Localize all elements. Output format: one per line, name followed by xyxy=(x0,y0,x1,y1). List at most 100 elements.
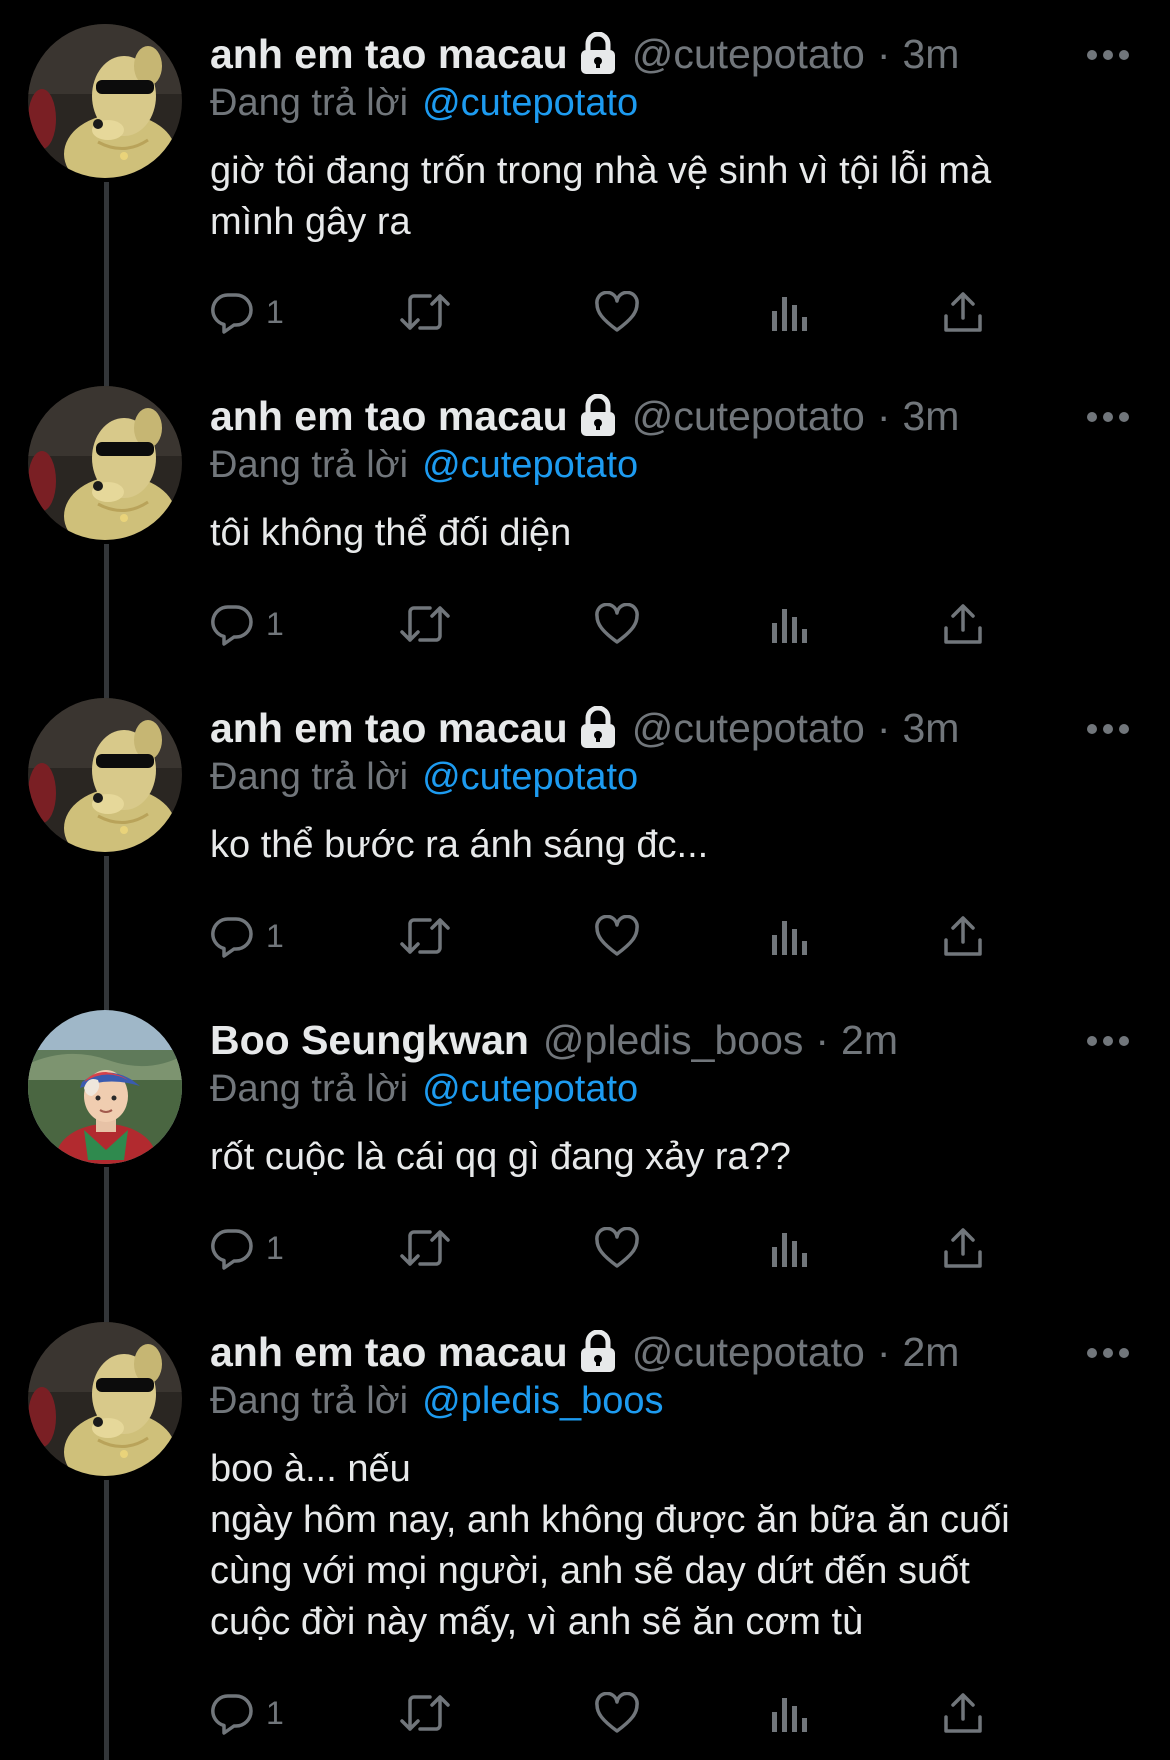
tweet-content: anh em tao macau @cutepotato · 2m Đang t… xyxy=(210,1326,1130,1648)
tweet-header: anh em tao macau @cutepotato · 3m xyxy=(210,702,1130,754)
reply-button[interactable]: 1 xyxy=(210,910,284,962)
retweet-button[interactable] xyxy=(400,286,450,338)
tweet[interactable]: anh em tao macau @cutepotato · 3m Đang t… xyxy=(0,674,1170,986)
replying-to-mention[interactable]: @pledis_boos xyxy=(422,1380,663,1422)
heart-icon xyxy=(595,915,639,956)
retweet-icon xyxy=(400,1695,450,1731)
retweet-icon xyxy=(400,1230,450,1266)
timestamp[interactable]: 2m xyxy=(903,1329,960,1376)
like-button[interactable] xyxy=(594,1222,640,1274)
analytics-button[interactable] xyxy=(770,598,810,650)
like-button[interactable] xyxy=(594,286,640,338)
reply-button[interactable]: 1 xyxy=(210,286,284,338)
heart-icon xyxy=(595,1692,639,1733)
tweet-text: ko thể bước ra ánh sáng đc... xyxy=(210,824,709,866)
separator-dot: · xyxy=(876,704,891,751)
dog-sunglasses-avatar-image xyxy=(28,1322,182,1476)
replying-to-mention[interactable]: @cutepotato xyxy=(422,82,638,124)
more-options-icon[interactable] xyxy=(1086,1034,1130,1046)
display-name[interactable]: anh em tao macau xyxy=(210,705,568,752)
user-avatar[interactable] xyxy=(28,386,182,540)
user-avatar[interactable] xyxy=(28,24,182,178)
display-name[interactable]: anh em tao macau xyxy=(210,393,568,440)
retweet-icon xyxy=(400,918,450,954)
reply-button[interactable]: 1 xyxy=(210,1222,284,1274)
tweet[interactable]: anh em tao macau @cutepotato · 2m Đang t… xyxy=(0,1298,1170,1760)
replying-to-line: Đang trả lời @pledis_boos xyxy=(210,1378,1130,1424)
replying-to-mention[interactable]: @cutepotato xyxy=(422,1068,638,1110)
retweet-button[interactable] xyxy=(400,910,450,962)
more-options-icon[interactable] xyxy=(1086,48,1130,60)
user-avatar[interactable] xyxy=(28,698,182,852)
heart-icon xyxy=(595,1227,639,1268)
lock-icon xyxy=(578,1330,618,1374)
reply-button[interactable]: 1 xyxy=(210,1687,284,1739)
timestamp[interactable]: 3m xyxy=(903,705,960,752)
share-button[interactable] xyxy=(942,910,984,962)
replying-to-line: Đang trả lời @cutepotato xyxy=(210,754,1130,800)
user-avatar[interactable] xyxy=(28,1010,182,1164)
more-options-icon[interactable] xyxy=(1086,410,1130,422)
analytics-icon xyxy=(772,297,807,331)
tweet-header: anh em tao macau @cutepotato · 3m xyxy=(210,390,1130,442)
reply-icon xyxy=(211,917,253,958)
share-button[interactable] xyxy=(942,286,984,338)
analytics-icon xyxy=(772,921,807,955)
share-button[interactable] xyxy=(942,1687,984,1739)
reply-count: 1 xyxy=(266,1694,284,1731)
retweet-button[interactable] xyxy=(400,598,450,650)
retweet-button[interactable] xyxy=(400,1687,450,1739)
tweet[interactable]: anh em tao macau @cutepotato · 3m Đang t… xyxy=(0,0,1170,362)
display-name[interactable]: anh em tao macau xyxy=(210,1329,568,1376)
reply-button[interactable]: 1 xyxy=(210,598,284,650)
tweet-text: boo à... nếu ngày hôm nay, anh không đượ… xyxy=(210,1448,1010,1643)
replying-to-label: Đang trả lời xyxy=(210,756,409,798)
retweet-icon xyxy=(400,606,450,642)
share-icon xyxy=(944,916,982,956)
user-handle[interactable]: @cutepotato xyxy=(632,1329,865,1376)
timestamp[interactable]: 2m xyxy=(841,1017,898,1064)
user-avatar[interactable] xyxy=(28,1322,182,1476)
timestamp[interactable]: 3m xyxy=(903,393,960,440)
user-handle[interactable]: @pledis_boos xyxy=(543,1017,803,1064)
dog-sunglasses-avatar-image xyxy=(28,24,182,178)
like-button[interactable] xyxy=(594,598,640,650)
replying-to-label: Đang trả lời xyxy=(210,1068,409,1110)
display-name[interactable]: anh em tao macau xyxy=(210,31,568,78)
retweet-button[interactable] xyxy=(400,1222,450,1274)
timestamp[interactable]: 3m xyxy=(903,31,960,78)
share-button[interactable] xyxy=(942,598,984,650)
analytics-button[interactable] xyxy=(770,1687,810,1739)
display-name[interactable]: Boo Seungkwan xyxy=(210,1017,529,1064)
more-options-icon[interactable] xyxy=(1086,722,1130,734)
reply-count: 1 xyxy=(266,917,284,954)
tweet-content: Boo Seungkwan @pledis_boos · 2m Đang trả… xyxy=(210,1014,1130,1183)
replying-to-mention[interactable]: @cutepotato xyxy=(422,756,638,798)
user-handle[interactable]: @cutepotato xyxy=(632,393,865,440)
replying-to-line: Đang trả lời @cutepotato xyxy=(210,442,1130,488)
tweet[interactable]: Boo Seungkwan @pledis_boos · 2m Đang trả… xyxy=(0,986,1170,1298)
share-button[interactable] xyxy=(942,1222,984,1274)
more-options-icon[interactable] xyxy=(1086,1346,1130,1358)
analytics-button[interactable] xyxy=(770,286,810,338)
separator-dot: · xyxy=(876,1328,891,1375)
reply-icon xyxy=(211,293,253,334)
analytics-button[interactable] xyxy=(770,1222,810,1274)
analytics-button[interactable] xyxy=(770,910,810,962)
reply-icon xyxy=(211,1229,253,1270)
person-cap-avatar-image xyxy=(28,1010,182,1164)
like-button[interactable] xyxy=(594,1687,640,1739)
user-handle[interactable]: @cutepotato xyxy=(632,705,865,752)
like-button[interactable] xyxy=(594,910,640,962)
tweet-content: anh em tao macau @cutepotato · 3m Đang t… xyxy=(210,28,1130,248)
tweet[interactable]: anh em tao macau @cutepotato · 3m Đang t… xyxy=(0,362,1170,674)
user-handle[interactable]: @cutepotato xyxy=(632,31,865,78)
share-icon xyxy=(944,1228,982,1268)
tweet-header: Boo Seungkwan @pledis_boos · 2m xyxy=(210,1014,1130,1066)
share-icon xyxy=(944,604,982,644)
replying-to-mention[interactable]: @cutepotato xyxy=(422,444,638,486)
separator-dot: · xyxy=(876,30,891,77)
replying-to-label: Đang trả lời xyxy=(210,444,409,486)
lock-icon xyxy=(578,706,618,750)
analytics-icon xyxy=(772,1233,807,1267)
